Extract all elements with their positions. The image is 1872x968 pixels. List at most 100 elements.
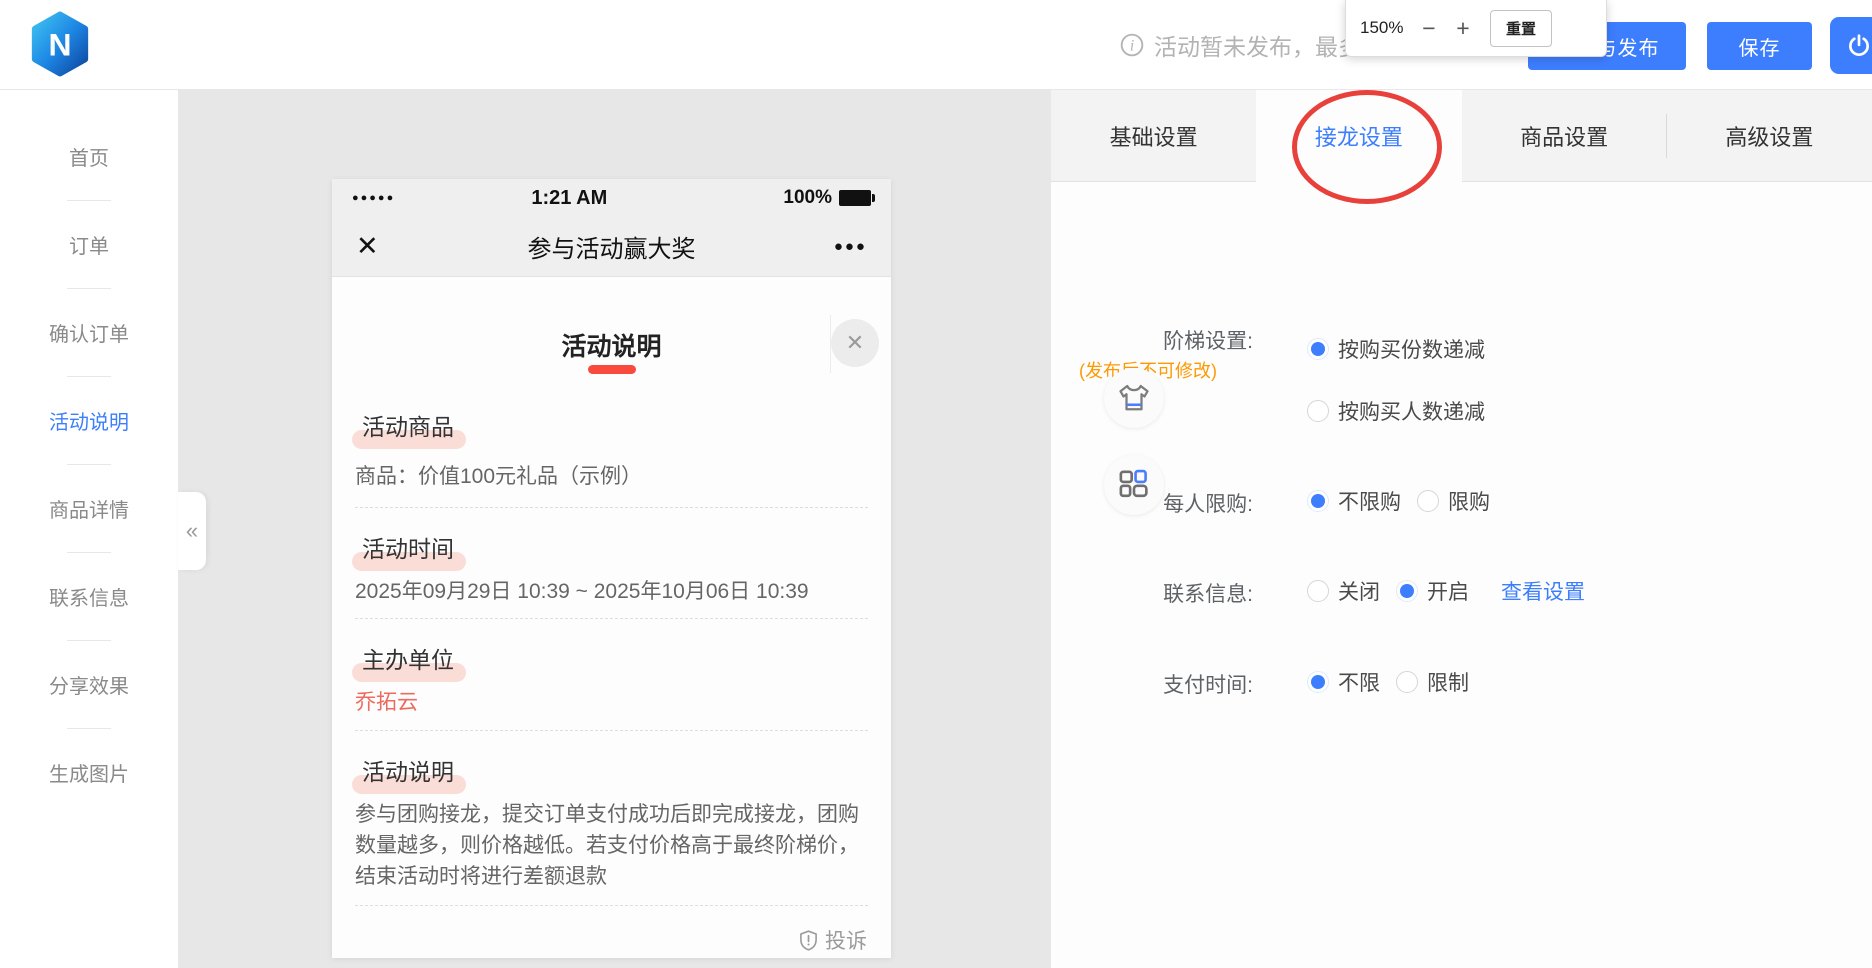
tab-label: 高级设置 — [1725, 120, 1813, 152]
radio-unselected-icon — [1307, 400, 1329, 422]
zoom-in-button[interactable]: + — [1446, 17, 1480, 40]
radio-label: 不限 — [1338, 667, 1380, 697]
ladder-option-by-quantity: 按购买份数递减 — [1307, 334, 1485, 364]
radio-payment-no-limit[interactable]: 不限 — [1307, 667, 1380, 697]
radio-by-buyers[interactable]: 按购买人数递减 — [1307, 396, 1485, 426]
power-icon — [1845, 32, 1872, 60]
mobile-preview-frame: ●●●●● 1:21 AM 100% ✕ 参与活动赢大奖 ●●● 活动说明 ✕ … — [332, 179, 891, 958]
sidebar-item-confirm-order[interactable]: 确认订单 — [0, 289, 178, 376]
complaint-button[interactable]: 投诉 — [799, 925, 867, 955]
radio-by-quantity[interactable]: 按购买份数递减 — [1307, 334, 1485, 364]
description-panel-title: 活动说明 — [332, 327, 891, 363]
battery-icon — [839, 190, 871, 206]
section-label-description: 活动说明 — [362, 753, 454, 787]
browser-zoom-popup: 150% − + 重置 — [1345, 0, 1607, 57]
save-button[interactable]: 保存 — [1707, 22, 1812, 70]
zoom-level-value: 150% — [1360, 18, 1412, 38]
phone-menu-dots-icon[interactable]: ●●● — [827, 238, 867, 255]
section-label-product: 活动商品 — [362, 408, 454, 442]
phone-status-bar: ●●●●● 1:21 AM 100% — [332, 179, 891, 217]
sidebar-collapse-handle[interactable]: « — [178, 492, 206, 570]
battery-status: 100% — [783, 187, 871, 209]
section-text-organizer: 乔拓云 — [355, 687, 867, 718]
section-label-organizer: 主办单位 — [362, 641, 454, 675]
radio-label: 限购 — [1448, 486, 1490, 516]
radio-contact-on[interactable]: 开启 — [1396, 576, 1469, 606]
section-text-time: 2025年09月29日 10:39 ~ 2025年10月06日 10:39 — [355, 576, 867, 607]
tab-advanced-settings[interactable]: 高级设置 — [1667, 90, 1872, 182]
svg-text:N: N — [48, 27, 71, 63]
tab-jielong-settings[interactable]: 接龙设置 — [1256, 90, 1461, 182]
radio-label: 不限购 — [1338, 486, 1401, 516]
app-window: N i 活动暂未发布，最多 预览与发布 保存 150% − + 重置 首页 订单 — [0, 0, 1872, 968]
tab-basic-settings[interactable]: 基础设置 — [1051, 90, 1256, 182]
radio-unselected-icon — [1396, 671, 1418, 693]
payment-time-label: 支付时间: — [1051, 669, 1253, 699]
tab-product-settings[interactable]: 商品设置 — [1462, 90, 1667, 182]
radio-no-limit[interactable]: 不限购 — [1307, 486, 1401, 516]
page-nav-sidebar: 首页 订单 确认订单 活动说明 商品详情 联系信息 分享效果 生成图片 — [0, 90, 178, 968]
panel-close-button[interactable]: ✕ — [831, 319, 879, 367]
zoom-out-button[interactable]: − — [1412, 17, 1446, 40]
tab-label: 接龙设置 — [1315, 120, 1403, 152]
radio-unselected-icon — [1417, 490, 1439, 512]
section-text-description: 参与团购接龙，提交订单支付成功后即完成接龙，团购数量越多，则价格越低。若支付价格… — [355, 799, 867, 892]
settings-panel: 基础设置 接龙设置 商品设置 高级设置 阶梯设置: (发布后不可修改) 按购买份… — [1051, 90, 1872, 968]
radio-label: 按购买人数递减 — [1338, 396, 1485, 426]
ladder-option-by-buyers: 按购买人数递减 — [1307, 396, 1485, 426]
status-time: 1:21 AM — [355, 187, 783, 210]
sidebar-item-contact-info[interactable]: 联系信息 — [0, 553, 178, 640]
ladder-setting-label: 阶梯设置: — [1051, 325, 1253, 355]
radio-label: 关闭 — [1338, 576, 1380, 606]
section-text-product: 商品：价值100元礼品（示例） — [355, 461, 867, 492]
components-grid-button[interactable] — [1104, 455, 1164, 515]
tab-label: 商品设置 — [1520, 120, 1608, 152]
section-label-time: 活动时间 — [362, 530, 454, 564]
sidebar-item-home[interactable]: 首页 — [0, 113, 178, 200]
brand-logo[interactable]: N — [26, 10, 94, 78]
power-exit-button[interactable] — [1830, 17, 1872, 74]
phone-nav-bar: ✕ 参与活动赢大奖 ●●● — [332, 217, 891, 277]
section-divider — [355, 507, 868, 508]
purchase-limit-options: 不限购 限购 — [1307, 486, 1490, 516]
phone-page-title: 参与活动赢大奖 — [396, 229, 827, 264]
radio-label: 开启 — [1427, 576, 1469, 606]
sidebar-item-share-effect[interactable]: 分享效果 — [0, 641, 178, 728]
radio-unselected-icon — [1307, 580, 1329, 602]
phone-close-icon[interactable]: ✕ — [356, 231, 396, 262]
jielong-settings-form: 阶梯设置: (发布后不可修改) 按购买份数递减 按购买人数递减 每人限购: — [1051, 182, 1872, 968]
section-divider — [355, 730, 868, 731]
info-icon: i — [1120, 33, 1144, 57]
sidebar-item-activity-description[interactable]: 活动说明 — [0, 377, 178, 464]
hexagon-n-logo-icon: N — [26, 10, 94, 78]
settings-tabbar: 基础设置 接龙设置 商品设置 高级设置 — [1051, 90, 1872, 182]
radio-selected-icon — [1396, 580, 1418, 602]
payment-time-options: 不限 限制 — [1307, 667, 1469, 697]
sidebar-item-product-detail[interactable]: 商品详情 — [0, 465, 178, 552]
publish-notice: i 活动暂未发布，最多 — [1120, 0, 1361, 90]
view-contact-settings-link[interactable]: 查看设置 — [1501, 576, 1585, 606]
radio-selected-icon — [1307, 490, 1329, 512]
radio-contact-off[interactable]: 关闭 — [1307, 576, 1380, 606]
svg-text:i: i — [1130, 37, 1134, 54]
sidebar-item-generate-image[interactable]: 生成图片 — [0, 729, 178, 816]
radio-limit[interactable]: 限购 — [1417, 486, 1490, 516]
grid-modules-icon — [1117, 468, 1151, 502]
sidebar-item-orders[interactable]: 订单 — [0, 201, 178, 288]
contact-info-label: 联系信息: — [1051, 578, 1253, 608]
double-chevron-left-icon: « — [186, 518, 198, 544]
zoom-reset-button[interactable]: 重置 — [1490, 10, 1552, 47]
publish-notice-text: 活动暂未发布，最多 — [1154, 28, 1361, 62]
radio-payment-limit[interactable]: 限制 — [1396, 667, 1469, 697]
complaint-label: 投诉 — [825, 925, 867, 955]
radio-selected-icon — [1307, 671, 1329, 693]
contact-info-options: 关闭 开启 查看设置 — [1307, 576, 1585, 606]
battery-percent: 100% — [783, 187, 832, 209]
phone-content: 活动说明 ✕ 活动商品 商品：价值100元礼品（示例） 活动时间 2025年09… — [332, 277, 891, 958]
section-divider — [355, 618, 868, 619]
theme-style-button[interactable] — [1104, 368, 1164, 428]
title-underline-bar — [588, 365, 636, 374]
close-icon: ✕ — [846, 330, 864, 356]
shield-alert-icon — [799, 930, 818, 951]
radio-label: 按购买份数递减 — [1338, 334, 1485, 364]
